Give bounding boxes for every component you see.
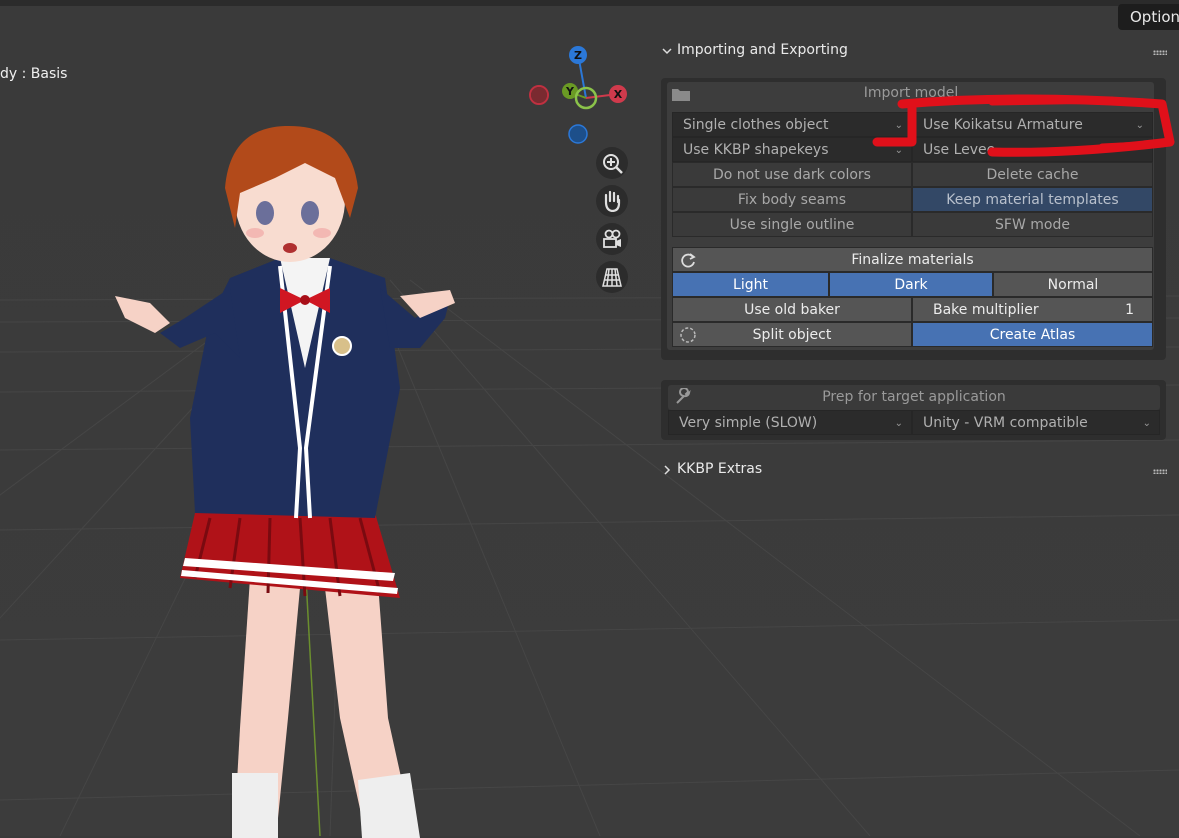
unlink-icon xyxy=(680,327,696,343)
options-button[interactable]: Options xyxy=(1118,4,1179,30)
bake-multiplier-field[interactable]: Bake multiplier 1 xyxy=(912,297,1153,322)
create-atlas-button[interactable]: Create Atlas xyxy=(912,322,1153,347)
simplify-label: Very simple (SLOW) xyxy=(679,415,818,431)
chevron-right-icon xyxy=(664,465,671,475)
sfw-mode-toggle[interactable]: SFW mode xyxy=(912,212,1153,237)
single-clothes-label: Single clothes object xyxy=(683,117,829,133)
zoom-icon[interactable] xyxy=(596,147,628,179)
grid-icon[interactable] xyxy=(596,261,628,293)
chevron-down-icon: ⌄ xyxy=(1142,418,1151,429)
object-info-label: dy : Basis xyxy=(0,66,68,82)
camera-icon[interactable] xyxy=(596,223,628,255)
chevron-down-icon: ⌄ xyxy=(894,418,903,429)
navigation-gizmo[interactable]: Z Y X xyxy=(525,44,635,154)
normal-option[interactable]: Normal xyxy=(993,272,1153,297)
importing-exporting-panel-header[interactable]: Importing and Exporting xyxy=(651,36,1179,68)
split-object-label: Split object xyxy=(752,327,832,343)
wrench-icon xyxy=(676,388,691,404)
folder-icon xyxy=(672,89,690,101)
shapekeys-label: Use KKBP shapekeys xyxy=(683,142,829,158)
red-annotation-mark xyxy=(872,94,1175,157)
target-dropdown[interactable]: Unity - VRM compatible ⌄ xyxy=(912,410,1160,435)
drag-grip-icon[interactable] xyxy=(1153,50,1167,55)
prep-label: Prep for target application xyxy=(822,389,1006,405)
finalize-materials-button[interactable]: Finalize materials xyxy=(672,247,1153,272)
gizmo-z-label: Z xyxy=(574,49,582,62)
panel-title: Importing and Exporting xyxy=(677,42,848,58)
bake-multiplier-label: Bake multiplier xyxy=(933,302,1039,318)
hand-icon[interactable] xyxy=(596,185,628,217)
chevron-down-icon xyxy=(662,48,672,55)
gizmo-x-label: X xyxy=(614,88,623,101)
single-outline-toggle[interactable]: Use single outline xyxy=(672,212,912,237)
refresh-icon xyxy=(681,253,696,268)
fix-seams-toggle[interactable]: Fix body seams xyxy=(672,187,912,212)
dark-colors-toggle[interactable]: Do not use dark colors xyxy=(672,162,912,187)
bake-multiplier-value: 1 xyxy=(1125,302,1134,318)
gizmo-y-label: Y xyxy=(565,85,575,98)
panel-title: KKBP Extras xyxy=(677,461,763,477)
dark-option[interactable]: Dark xyxy=(829,272,993,297)
delete-cache-toggle[interactable]: Delete cache xyxy=(912,162,1153,187)
keep-templates-toggle[interactable]: Keep material templates xyxy=(912,187,1153,212)
header-bar xyxy=(0,0,1179,6)
kkbp-extras-panel-header[interactable]: KKBP Extras xyxy=(651,455,1179,487)
drag-grip-icon[interactable] xyxy=(1153,469,1167,474)
character-model[interactable] xyxy=(100,118,480,838)
simplify-dropdown[interactable]: Very simple (SLOW) ⌄ xyxy=(668,410,912,435)
old-baker-toggle[interactable]: Use old baker xyxy=(672,297,912,322)
target-label: Unity - VRM compatible xyxy=(923,415,1088,431)
finalize-label: Finalize materials xyxy=(851,252,974,268)
light-option[interactable]: Light xyxy=(672,272,829,297)
prep-header[interactable]: Prep for target application xyxy=(668,385,1160,410)
split-object-button[interactable]: Split object xyxy=(672,322,912,347)
